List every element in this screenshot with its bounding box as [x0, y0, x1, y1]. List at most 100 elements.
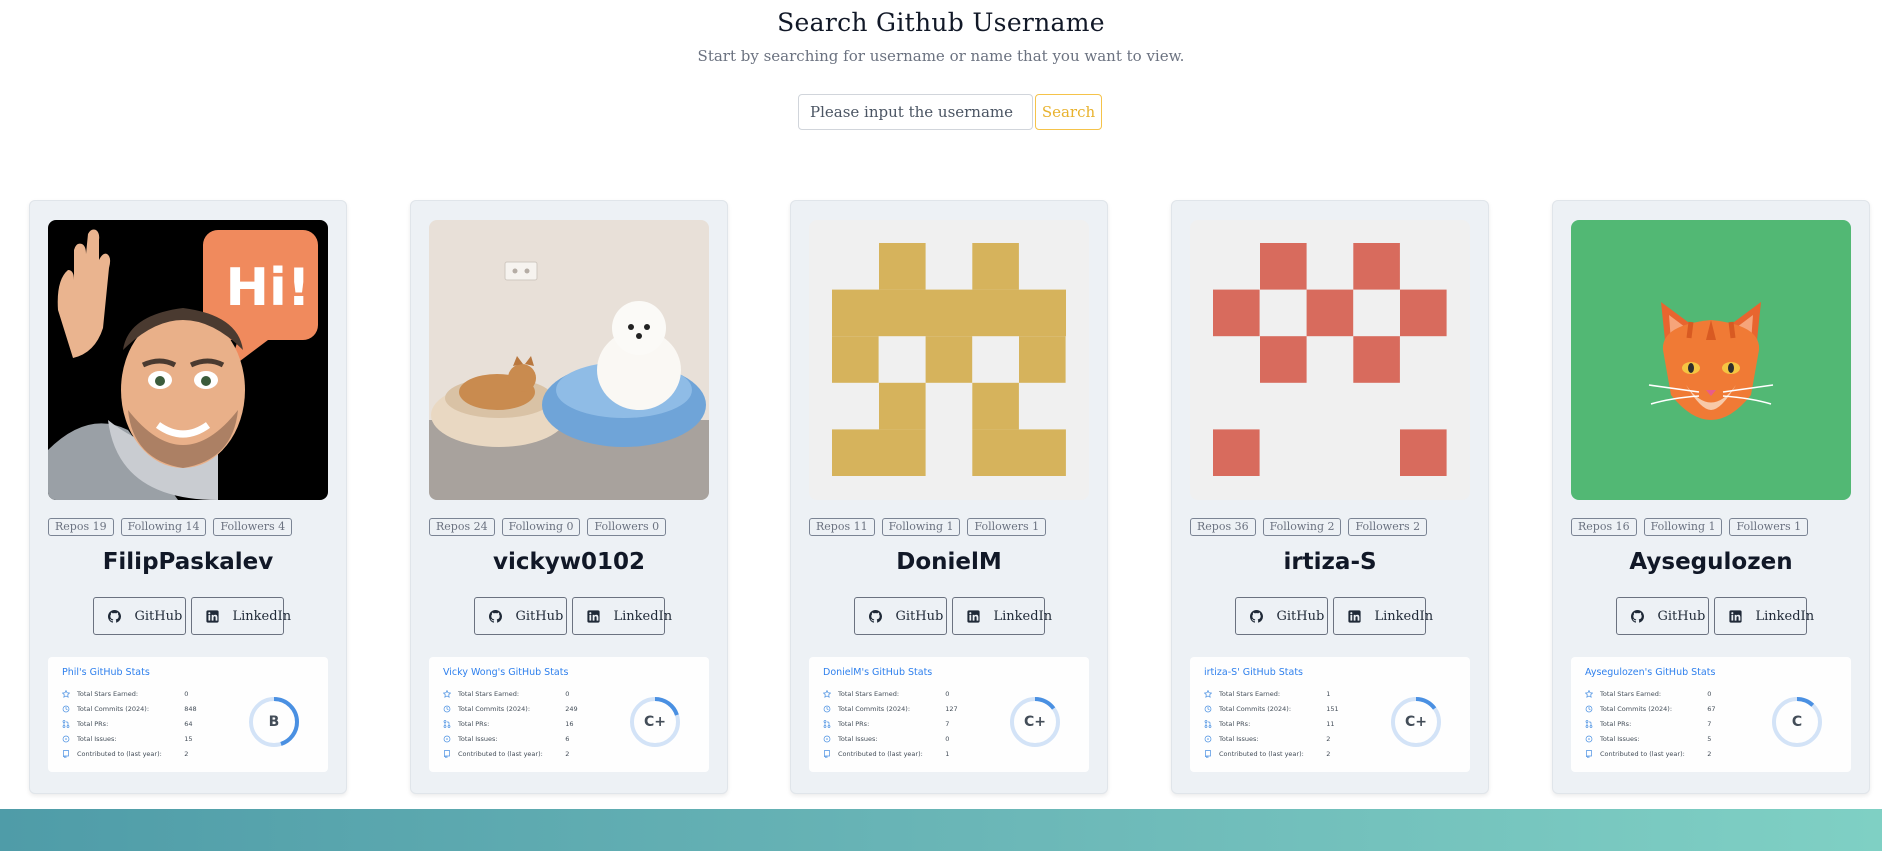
- stat-issues: Total Issues: 15: [62, 733, 212, 745]
- pull-request-icon: [823, 720, 831, 728]
- stat-issues: Total Issues: 0: [823, 733, 973, 745]
- memoji-hi-avatar-image: Hi!: [48, 220, 328, 500]
- stat-contributed: Contributed to (last year): 1: [823, 748, 973, 760]
- linkedin-link-button[interactable]: LinkedIn: [190, 597, 291, 635]
- github-link-button[interactable]: GitHub: [1615, 597, 1709, 635]
- followers-tag: Followers 2: [1348, 518, 1428, 536]
- user-card: Repos 11 Following 1 Followers 1 DonielM…: [790, 200, 1108, 794]
- user-stat-tags: Repos 19 Following 14 Followers 4: [48, 518, 293, 536]
- github-link-button[interactable]: GitHub: [1234, 597, 1328, 635]
- stat-contributed: Contributed to (last year): 2: [443, 748, 593, 760]
- rank-circle: C: [1771, 696, 1823, 748]
- following-tag: Following 2: [1262, 518, 1342, 536]
- linkedin-link-label: LinkedIn: [1755, 608, 1815, 624]
- github-icon: [1249, 609, 1263, 623]
- github-link-label: GitHub: [515, 608, 564, 624]
- stat-commits: Total Commits (2024): 127: [823, 703, 973, 715]
- star-icon: [62, 690, 70, 698]
- page-title: Search Github Username: [777, 8, 1105, 37]
- profile-links: GitHub LinkedIn: [1553, 597, 1869, 635]
- stat-issues: Total Issues: 5: [1585, 733, 1735, 745]
- profile-links: GitHub LinkedIn: [411, 597, 727, 635]
- linkedin-link-button[interactable]: LinkedIn: [1713, 597, 1814, 635]
- github-link-label: GitHub: [1657, 608, 1706, 624]
- following-tag: Following 14: [120, 518, 207, 536]
- repos-tag: Repos 36: [1190, 518, 1256, 536]
- github-link-button[interactable]: GitHub: [853, 597, 947, 635]
- username: irtiza-S: [1283, 549, 1377, 575]
- history-icon: [1585, 705, 1593, 713]
- repo-icon: [823, 750, 831, 758]
- profile-links: GitHub LinkedIn: [1172, 597, 1488, 635]
- github-stats-card: irtiza-S' GitHub Stats Total Stars Earne…: [1190, 657, 1470, 772]
- history-icon: [62, 705, 70, 713]
- repos-tag: Repos 16: [1571, 518, 1637, 536]
- stat-contributed: Contributed to (last year): 2: [1585, 748, 1735, 760]
- user-stat-tags: Repos 16 Following 1 Followers 1: [1571, 518, 1809, 536]
- stat-prs: Total PRs: 11: [1204, 718, 1354, 730]
- pull-request-icon: [1585, 720, 1593, 728]
- pull-request-icon: [1204, 720, 1212, 728]
- stats-title: Vicky Wong's GitHub Stats: [443, 667, 569, 678]
- user-card-list: Hi! Repos 19 Following 14 Followers 4 Fi…: [0, 200, 1882, 794]
- linkedin-link-button[interactable]: LinkedIn: [951, 597, 1052, 635]
- github-stats-card: Phil's GitHub Stats Total Stars Earned: 0…: [48, 657, 328, 772]
- user-card: Hi! Repos 19 Following 14 Followers 4 Fi…: [29, 200, 347, 794]
- github-link-button[interactable]: GitHub: [473, 597, 567, 635]
- orange-cat-avatar-image: [1571, 220, 1851, 500]
- stat-prs: Total PRs: 7: [1585, 718, 1735, 730]
- footer-band: [0, 809, 1882, 851]
- linkedin-link-label: LinkedIn: [232, 608, 292, 624]
- issue-icon: [1204, 735, 1212, 743]
- following-tag: Following 0: [501, 518, 581, 536]
- github-icon: [107, 609, 121, 623]
- github-stats-card: Aysegulozen's GitHub Stats Total Stars E…: [1571, 657, 1851, 772]
- avatar: [1190, 220, 1470, 500]
- stat-commits: Total Commits (2024): 249: [443, 703, 593, 715]
- user-stat-tags: Repos 24 Following 0 Followers 0: [429, 518, 667, 536]
- linkedin-icon: [586, 609, 600, 623]
- rank-circle: B: [248, 696, 300, 748]
- rank-grade: C+: [1404, 714, 1427, 730]
- avatar: [809, 220, 1089, 500]
- stats-title: Phil's GitHub Stats: [62, 667, 150, 678]
- linkedin-icon: [205, 609, 219, 623]
- username: vickyw0102: [492, 549, 646, 575]
- user-stat-tags: Repos 11 Following 1 Followers 1: [809, 518, 1047, 536]
- rank-grade: B: [268, 714, 280, 730]
- repos-tag: Repos 11: [809, 518, 875, 536]
- user-card: Repos 24 Following 0 Followers 0 vickyw0…: [410, 200, 728, 794]
- linkedin-link-button[interactable]: LinkedIn: [571, 597, 672, 635]
- stat-stars: Total Stars Earned: 0: [443, 688, 593, 700]
- star-icon: [1585, 690, 1593, 698]
- linkedin-link-button[interactable]: LinkedIn: [1332, 597, 1433, 635]
- repos-tag: Repos 24: [429, 518, 495, 536]
- issue-icon: [1585, 735, 1593, 743]
- linkedin-icon: [1347, 609, 1361, 623]
- search-input[interactable]: [798, 94, 1033, 130]
- github-link-label: GitHub: [895, 608, 944, 624]
- github-icon: [1630, 609, 1644, 623]
- issue-icon: [823, 735, 831, 743]
- github-stats-card: DonielM's GitHub Stats Total Stars Earne…: [809, 657, 1089, 772]
- repo-icon: [1585, 750, 1593, 758]
- pull-request-icon: [443, 720, 451, 728]
- stat-commits: Total Commits (2024): 151: [1204, 703, 1354, 715]
- followers-tag: Followers 1: [967, 518, 1047, 536]
- linkedin-icon: [1728, 609, 1742, 623]
- svg-text:Hi!: Hi!: [225, 258, 310, 318]
- github-link-button[interactable]: GitHub: [92, 597, 186, 635]
- stats-title: irtiza-S' GitHub Stats: [1204, 667, 1303, 678]
- star-icon: [1204, 690, 1212, 698]
- stat-stars: Total Stars Earned: 0: [62, 688, 212, 700]
- username: FilipPaskalev: [102, 549, 274, 575]
- repos-tag: Repos 19: [48, 518, 114, 536]
- stat-prs: Total PRs: 64: [62, 718, 212, 730]
- github-icon: [488, 609, 502, 623]
- pull-request-icon: [62, 720, 70, 728]
- stat-stars: Total Stars Earned: 1: [1204, 688, 1354, 700]
- repo-icon: [1204, 750, 1212, 758]
- search-button[interactable]: Search: [1035, 94, 1102, 130]
- username: Aysegulozen: [1629, 549, 1793, 575]
- github-stats-card: Vicky Wong's GitHub Stats Total Stars Ea…: [429, 657, 709, 772]
